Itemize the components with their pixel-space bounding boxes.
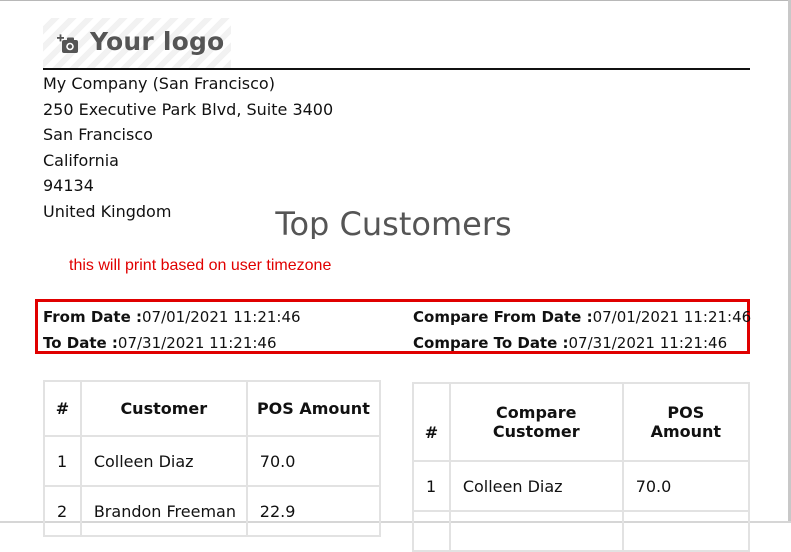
col-header-pos-amount: POS Amount: [245, 380, 382, 437]
address-line: My Company (San Francisco): [43, 74, 275, 93]
header-line: Compare: [496, 403, 577, 422]
compare-from-date-value: 07/01/2021 11:21:46: [592, 308, 752, 326]
address-line: San Francisco: [43, 125, 153, 144]
address-line: California: [43, 150, 119, 170]
col-header-number: #: [412, 382, 451, 462]
table-header-row: # Customer POS Amount: [43, 380, 382, 437]
table-row: 2 Brandon Freeman 22.9: [43, 485, 382, 537]
from-date-value: 07/01/2021 11:21:46: [141, 308, 301, 326]
compare-to-date-label: Compare To Date :: [413, 334, 569, 352]
date-range-highlight: From Date :07/01/2021 11:21:46 To Date :…: [35, 299, 751, 354]
page-top-border: [0, 0, 791, 1]
header-line: POS: [667, 403, 705, 422]
table-row: [412, 510, 751, 552]
pos-amount: 70.0: [245, 435, 382, 487]
address-line: 250 Executive Park Blvd, Suite 3400: [43, 99, 334, 119]
pos-amount: 22.9: [245, 485, 382, 537]
compare-customers-table: # Compare Customer POS Amount 1 Colleen …: [412, 382, 751, 552]
col-header-compare-customer: Compare Customer: [448, 382, 624, 462]
company-address: My Company (San Francisco) 250 Executive…: [43, 71, 333, 224]
pos-amount: 70.0: [621, 460, 751, 512]
customer-name: Brandon Freeman: [79, 485, 248, 537]
camera-add-icon: [57, 34, 78, 53]
table-row: 1 Colleen Diaz 70.0: [412, 460, 751, 512]
to-date-label: To Date :: [43, 334, 118, 352]
table-header-row: # Compare Customer POS Amount: [412, 382, 751, 462]
logo-text: Your logo: [90, 27, 225, 56]
table-row: 1 Colleen Diaz 70.0: [43, 435, 382, 487]
company-logo: Your logo: [43, 18, 231, 68]
header-line: Amount: [650, 422, 722, 441]
compare-to-date-value: 07/31/2021 11:21:46: [568, 334, 728, 352]
col-header-pos-amount: POS Amount: [621, 382, 751, 462]
to-date-value: 07/31/2021 11:21:46: [117, 334, 277, 352]
customer-name: Colleen Diaz: [448, 460, 624, 512]
customer-name: Colleen Diaz: [79, 435, 248, 487]
col-header-number: #: [43, 380, 82, 437]
pos-amount: [621, 510, 751, 552]
compare-to-date: Compare To Date :07/31/2021 11:21:46: [413, 334, 727, 352]
customer-name: [448, 510, 624, 552]
timezone-note: this will print based on user timezone: [69, 257, 332, 274]
report-title-text: Top Customers: [275, 205, 512, 239]
address-line: 94134: [43, 176, 94, 195]
header-divider: [43, 68, 750, 70]
compare-from-date: Compare From Date :07/01/2021 11:21:46: [413, 308, 751, 326]
row-number: 1: [412, 460, 451, 512]
report-title: Top Customers: [0, 203, 791, 239]
from-date: From Date :07/01/2021 11:21:46: [43, 308, 301, 326]
compare-from-date-label: Compare From Date :: [413, 308, 593, 326]
row-number: 1: [43, 435, 82, 487]
col-header-customer: Customer: [79, 380, 248, 437]
top-customers-table: # Customer POS Amount 1 Colleen Diaz 70.…: [43, 380, 382, 537]
row-number: 2: [43, 485, 82, 537]
header-line: Customer: [492, 422, 580, 441]
from-date-label: From Date :: [43, 308, 142, 326]
row-number: [412, 510, 451, 552]
to-date: To Date :07/31/2021 11:21:46: [43, 334, 277, 352]
